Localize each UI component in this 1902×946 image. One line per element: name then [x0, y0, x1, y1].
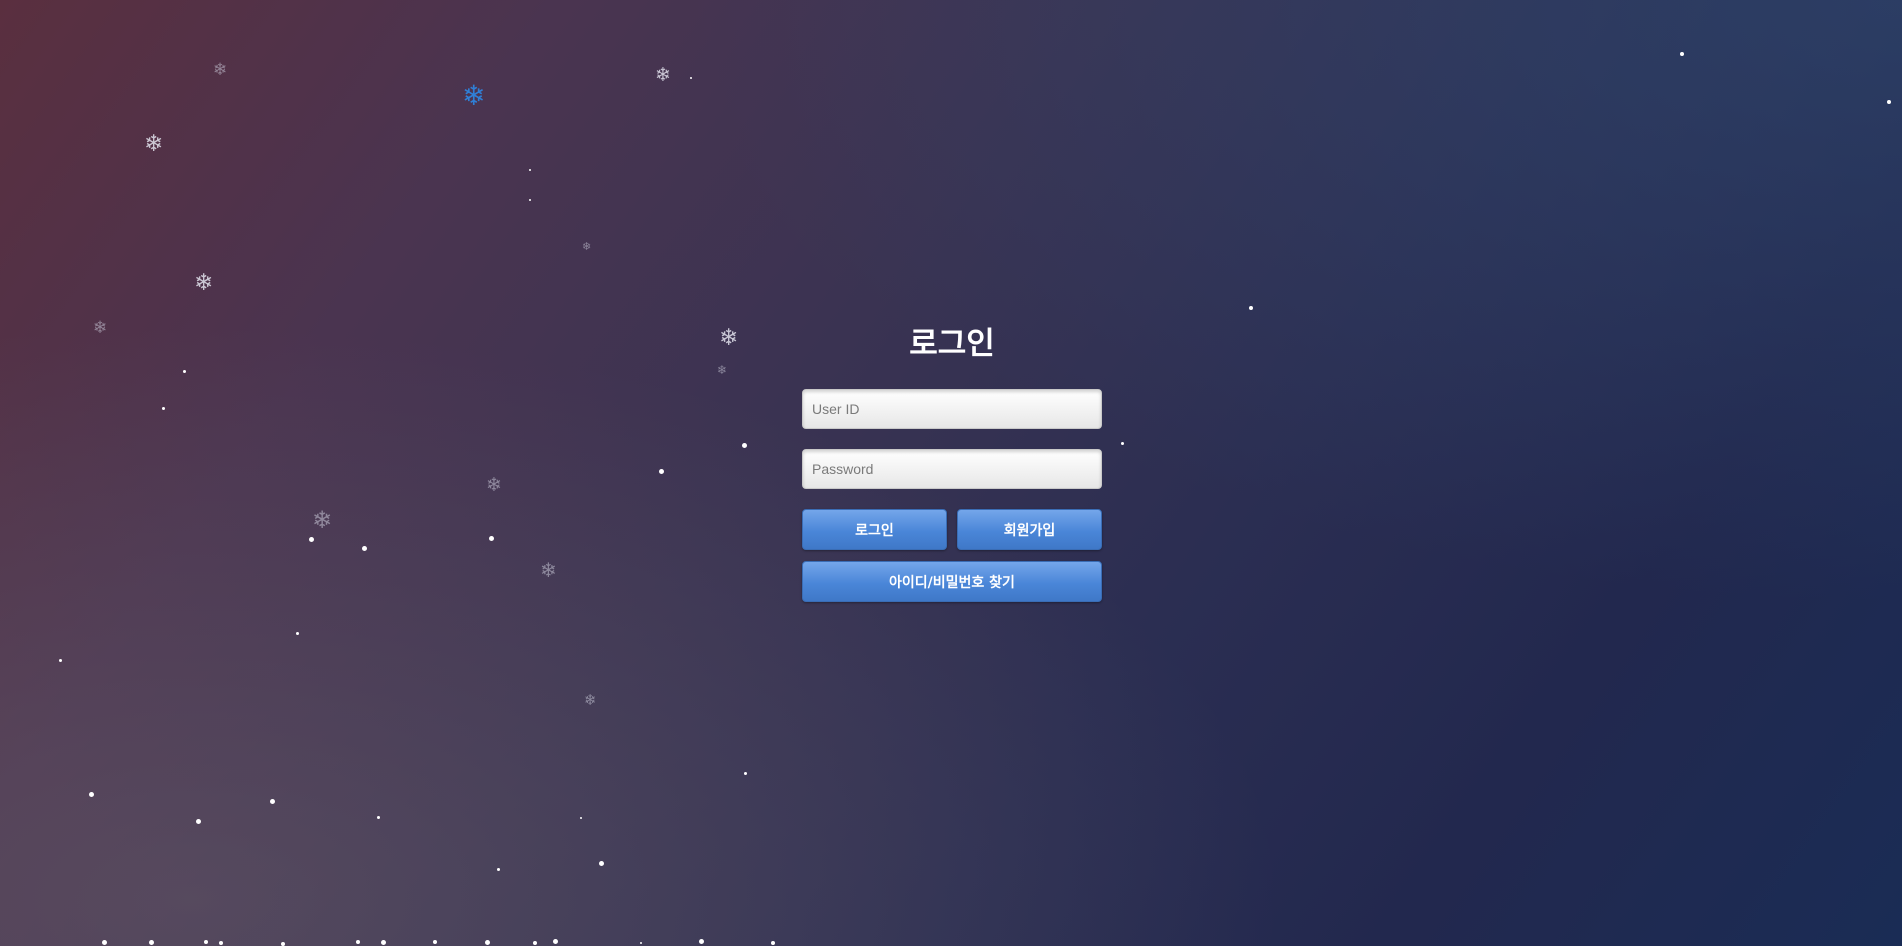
snowflake-icon: ❄	[312, 506, 333, 534]
snow-particle	[433, 940, 437, 944]
snow-particle	[529, 199, 531, 201]
snow-particle	[270, 799, 275, 804]
snowflake-icon: ❄	[194, 270, 214, 296]
snow-particle	[699, 939, 704, 944]
snowflake-icon: ❄	[93, 318, 108, 338]
snowflake-icon: ❄	[719, 325, 739, 351]
snow-particle	[149, 940, 154, 945]
snow-particle	[356, 940, 360, 944]
snow-particle	[1249, 306, 1253, 310]
button-row: 로그인 회원가입	[802, 509, 1102, 550]
snow-particle	[529, 169, 531, 171]
snow-particle	[362, 546, 367, 551]
snowflake-icon: ❄	[486, 474, 502, 496]
snow-particle	[690, 77, 692, 79]
snow-particle	[1887, 100, 1891, 104]
snow-particle	[1121, 442, 1124, 445]
snowflake-icon: ❄	[144, 131, 164, 157]
login-panel: 로그인 로그인 회원가입 아이디/비밀번호 찾기	[802, 322, 1102, 602]
login-button[interactable]: 로그인	[802, 509, 947, 550]
snowflake-icon: ❄	[462, 79, 486, 112]
snowflake-icon: ❄	[717, 363, 728, 377]
snow-particle	[640, 942, 642, 944]
snow-particle	[196, 819, 201, 824]
snowflake-icon: ❄	[584, 691, 597, 709]
snow-particle	[489, 536, 494, 541]
snow-particle	[1680, 52, 1684, 56]
snowflake-icon: ❄	[213, 60, 228, 80]
snow-particle	[497, 868, 500, 871]
snow-particle	[59, 659, 62, 662]
snow-particle	[89, 792, 94, 797]
snow-particle	[553, 939, 558, 944]
snow-particle	[309, 537, 314, 542]
snow-particle	[742, 443, 747, 448]
snow-particle	[377, 816, 380, 819]
user-id-input[interactable]	[802, 389, 1102, 429]
snowflake-icon: ❄	[540, 558, 557, 582]
snow-particle	[281, 942, 285, 946]
snow-particle	[659, 469, 664, 474]
login-title: 로그인	[909, 326, 995, 362]
password-input[interactable]	[802, 449, 1102, 489]
snow-particle	[102, 940, 107, 945]
snow-particle	[381, 940, 386, 945]
find-account-button[interactable]: 아이디/비밀번호 찾기	[802, 561, 1102, 602]
snow-particle	[204, 940, 208, 944]
snowflake-icon: ❄	[655, 64, 671, 86]
snow-particle	[599, 861, 604, 866]
snow-particle	[533, 941, 537, 945]
snowflake-icon: ❄	[582, 240, 592, 253]
snow-particle	[485, 940, 490, 945]
snow-particle	[296, 632, 299, 635]
snow-particle	[162, 407, 165, 410]
snow-particle	[183, 370, 186, 373]
signup-button[interactable]: 회원가입	[957, 509, 1102, 550]
snow-particle	[219, 941, 223, 945]
snow-particle	[771, 941, 775, 945]
snow-particle	[580, 817, 582, 819]
snow-particle	[744, 772, 747, 775]
